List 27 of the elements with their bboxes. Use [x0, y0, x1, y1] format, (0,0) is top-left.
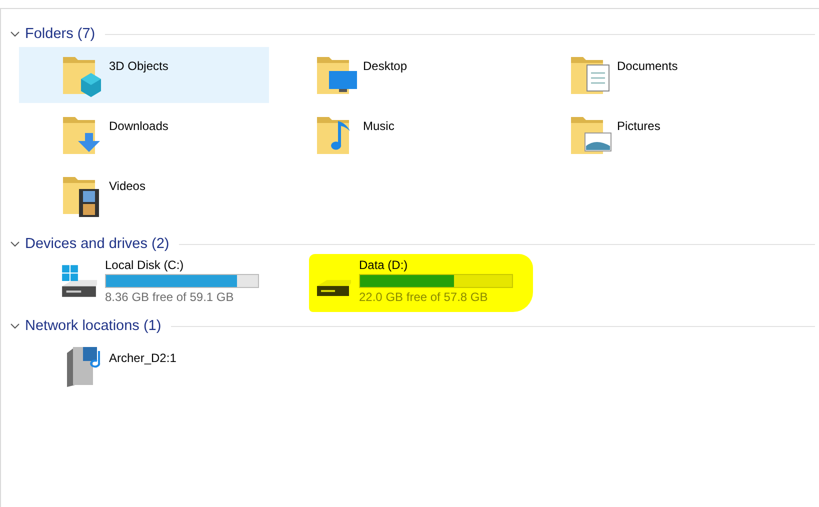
- folder-item[interactable]: Documents: [527, 47, 777, 103]
- group-header[interactable]: Folders (7): [25, 26, 96, 42]
- folder-item[interactable]: Desktop: [273, 47, 523, 103]
- folder-item[interactable]: Music: [273, 107, 523, 163]
- network-item[interactable]: Archer_D2:1: [19, 339, 269, 395]
- drive-name: Data (D:): [359, 258, 409, 272]
- folder-item[interactable]: Pictures: [527, 107, 777, 163]
- folder-item[interactable]: Videos: [19, 167, 269, 223]
- network-name: Archer_D2:1: [109, 351, 176, 365]
- folder-name: Desktop: [363, 59, 408, 73]
- drive-name: Local Disk (C:): [105, 258, 185, 272]
- drive-item[interactable]: Local Disk (C:) 8.36 GB free of 59.1 GB: [55, 254, 279, 312]
- folder-name: Documents: [617, 59, 678, 73]
- folder-item[interactable]: 3D Objects: [19, 47, 269, 103]
- folder-name: Pictures: [617, 119, 660, 133]
- group-header[interactable]: Network locations (1): [25, 318, 162, 334]
- group-header[interactable]: Devices and drives (2): [25, 236, 170, 252]
- folder-name: Music: [363, 119, 394, 133]
- free-space: 22.0 GB free of 57.8 GB: [359, 290, 489, 304]
- hard-drive-icon: [315, 279, 351, 297]
- hard-drive-icon: [61, 264, 97, 298]
- folder-name: Downloads: [109, 119, 168, 133]
- folder-name: 3D Objects: [109, 59, 168, 73]
- folder-item[interactable]: Downloads: [19, 107, 269, 163]
- free-space: 8.36 GB free of 59.1 GB: [105, 290, 235, 304]
- folder-name: Videos: [109, 179, 146, 193]
- highlighter-mark[interactable]: Data (D:) 22.0 GB free of 57.8 GB: [309, 254, 533, 312]
